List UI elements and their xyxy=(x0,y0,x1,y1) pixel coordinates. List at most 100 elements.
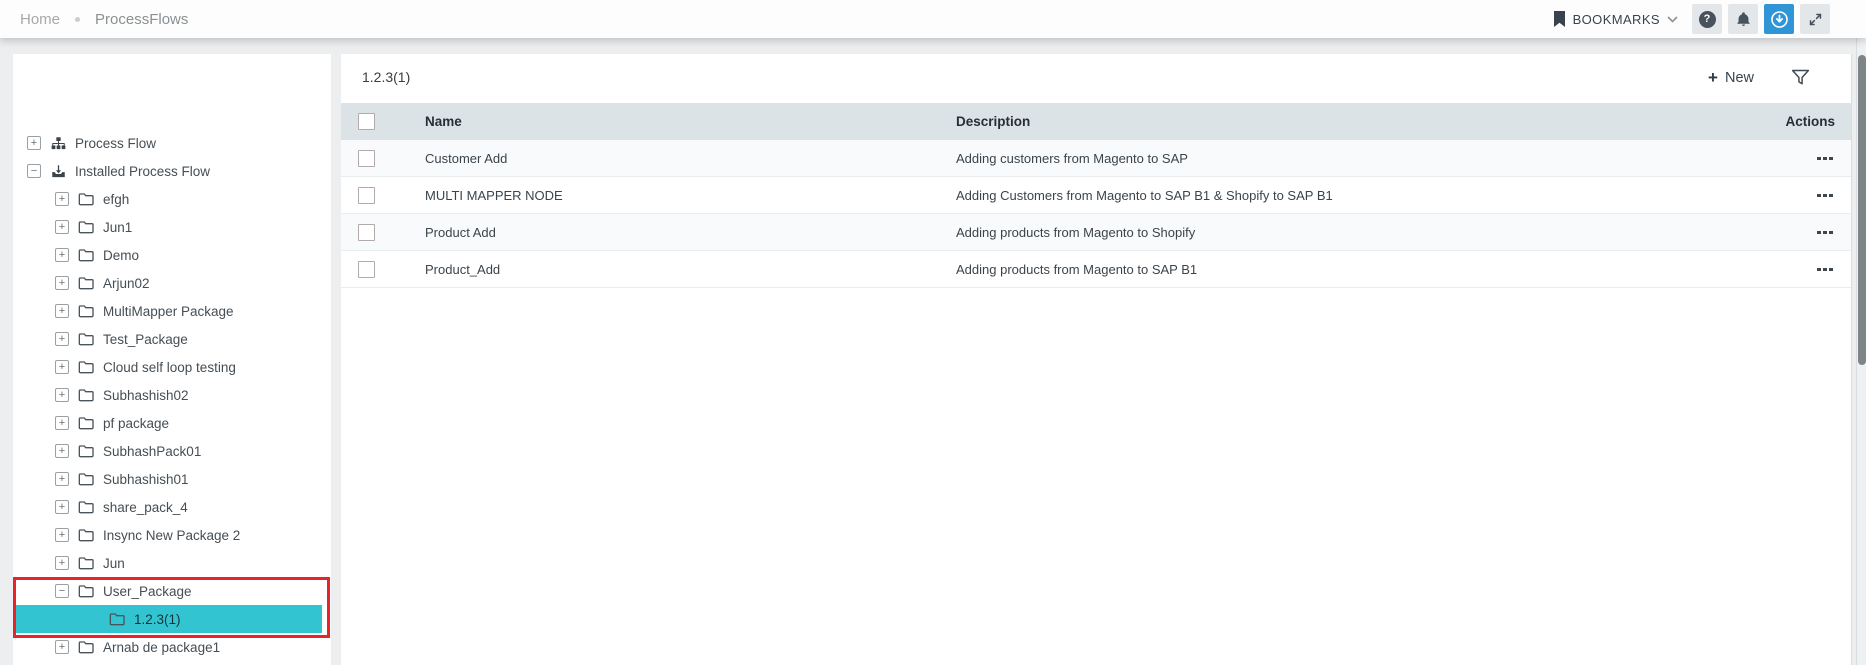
tree-item[interactable]: + Arnab de package1 xyxy=(13,633,331,661)
tree-item[interactable]: + share_pack_4 xyxy=(13,493,331,521)
tree-expander-toggle[interactable]: − xyxy=(55,584,69,598)
tree-item[interactable]: + Cloud self loop testing xyxy=(13,353,331,381)
row-actions-button[interactable] xyxy=(1815,264,1835,275)
tree-expander-toggle[interactable]: + xyxy=(55,248,69,262)
breadcrumb: Home ProcessFlows xyxy=(20,11,188,28)
tree-item[interactable]: + Subhashish02 xyxy=(13,381,331,409)
table-header-row: Name Description Actions xyxy=(341,103,1851,140)
plus-icon: + xyxy=(1708,71,1718,85)
download-activity-button[interactable] xyxy=(1764,4,1794,34)
column-header-name[interactable]: Name xyxy=(425,114,956,129)
ellipsis-icon xyxy=(1817,157,1821,160)
tree-item-label: MultiMapper Package xyxy=(103,304,234,319)
tree-expander-toggle[interactable]: + xyxy=(55,444,69,458)
tree-item-label: Subhashish01 xyxy=(103,472,189,487)
tree-item[interactable]: + Demo xyxy=(13,241,331,269)
vertical-scrollbar[interactable] xyxy=(1856,38,1866,665)
row-checkbox[interactable] xyxy=(358,261,375,278)
tree-item-label: Test_Package xyxy=(103,332,188,347)
tree-item-label: Arjun02 xyxy=(103,276,150,291)
row-description: Adding Customers from Magento to SAP B1 … xyxy=(956,188,1731,203)
new-button[interactable]: + New xyxy=(1708,70,1754,86)
tree-item[interactable]: + SubhashPack01 xyxy=(13,437,331,465)
breadcrumb-home[interactable]: Home xyxy=(20,11,60,28)
row-description: Adding products from Magento to SAP B1 xyxy=(956,262,1731,277)
bookmark-icon xyxy=(1553,11,1566,27)
process-flow-icon xyxy=(50,135,66,151)
row-checkbox[interactable] xyxy=(358,187,375,204)
tree-item[interactable]: + MultiMapper Package xyxy=(13,297,331,325)
tree: + Process Flow − xyxy=(13,54,331,661)
tree-expander-toggle[interactable]: + xyxy=(55,416,69,430)
table-row[interactable]: Customer Add Adding customers from Magen… xyxy=(341,140,1851,177)
chevron-down-icon xyxy=(1667,16,1678,23)
ellipsis-icon xyxy=(1817,268,1821,271)
ellipsis-icon xyxy=(1817,231,1821,234)
tree-item[interactable]: + Jun1 xyxy=(13,213,331,241)
row-actions-button[interactable] xyxy=(1815,153,1835,164)
topbar: Home ProcessFlows BOOKMARKS ? xyxy=(0,0,1866,38)
tree-expander-toggle[interactable]: + xyxy=(55,640,69,654)
download-circle-icon xyxy=(1770,10,1789,29)
tree-expander-toggle[interactable]: + xyxy=(55,220,69,234)
folder-icon xyxy=(78,247,94,263)
help-icon: ? xyxy=(1699,11,1716,28)
table-body: Customer Add Adding customers from Magen… xyxy=(341,140,1851,288)
row-actions-button[interactable] xyxy=(1815,190,1835,201)
table-row[interactable]: Product Add Adding products from Magento… xyxy=(341,214,1851,251)
tree-expander-toggle[interactable]: + xyxy=(27,136,41,150)
tree-item-label: Subhashish02 xyxy=(103,388,189,403)
table-row[interactable]: MULTI MAPPER NODE Adding Customers from … xyxy=(341,177,1851,214)
help-button[interactable]: ? xyxy=(1692,4,1722,34)
tree-item[interactable]: + Arjun02 xyxy=(13,269,331,297)
row-actions-button[interactable] xyxy=(1815,227,1835,238)
fullscreen-button[interactable] xyxy=(1800,4,1830,34)
tree-item-label: Insync New Package 2 xyxy=(103,528,240,543)
folder-icon xyxy=(78,359,94,375)
folder-icon xyxy=(78,443,94,459)
tree-item[interactable]: + Process Flow xyxy=(13,129,331,157)
tree-item[interactable]: + efgh xyxy=(13,185,331,213)
tree-item[interactable]: + Jun xyxy=(13,549,331,577)
processflow-table: Name Description Actions Customer Add Ad… xyxy=(341,103,1851,288)
tree-item[interactable]: + Subhashish01 xyxy=(13,465,331,493)
tree-item-label: SubhashPack01 xyxy=(103,444,201,459)
tree-item-label: Demo xyxy=(103,248,139,263)
tree-item[interactable]: − Installed Process Flow xyxy=(13,157,331,185)
tree-expander-toggle[interactable]: + xyxy=(55,192,69,206)
tree-expander-toggle[interactable]: + xyxy=(55,528,69,542)
tree-item-label: share_pack_4 xyxy=(103,500,188,515)
row-name: MULTI MAPPER NODE xyxy=(425,188,956,203)
filter-button[interactable] xyxy=(1790,67,1811,88)
folder-icon xyxy=(78,303,94,319)
folder-icon xyxy=(78,499,94,515)
select-all-checkbox[interactable] xyxy=(358,113,375,130)
notifications-button[interactable] xyxy=(1728,4,1758,34)
tree-item-label: Jun1 xyxy=(103,220,132,235)
tree-expander-toggle[interactable]: + xyxy=(55,500,69,514)
tree-expander-toggle[interactable]: + xyxy=(55,332,69,346)
funnel-icon xyxy=(1790,67,1811,88)
column-header-description[interactable]: Description xyxy=(956,114,1731,129)
tree-item-label: Installed Process Flow xyxy=(75,164,210,179)
tree-expander-toggle[interactable]: + xyxy=(55,388,69,402)
tree-item[interactable]: + Insync New Package 2 xyxy=(13,521,331,549)
row-checkbox[interactable] xyxy=(358,224,375,241)
tree-expander-toggle[interactable]: + xyxy=(55,304,69,318)
table-row[interactable]: Product_Add Adding products from Magento… xyxy=(341,251,1851,288)
tree-item[interactable]: + pf package xyxy=(13,409,331,437)
tree-item-label: Jun xyxy=(103,556,125,571)
tree-expander-toggle[interactable]: + xyxy=(55,360,69,374)
tree-expander-toggle[interactable]: + xyxy=(55,276,69,290)
ellipsis-icon xyxy=(1817,194,1821,197)
tree-item[interactable]: + Test_Package xyxy=(13,325,331,353)
row-checkbox[interactable] xyxy=(358,150,375,167)
tree-item[interactable]: 1.2.3(1) xyxy=(16,605,322,633)
tree-expander-toggle[interactable]: + xyxy=(55,556,69,570)
bookmarks-dropdown[interactable]: BOOKMARKS xyxy=(1553,11,1678,27)
scrollbar-thumb[interactable] xyxy=(1858,55,1866,365)
folder-icon xyxy=(78,191,94,207)
tree-expander-toggle[interactable]: − xyxy=(27,164,41,178)
tree-expander-toggle[interactable]: + xyxy=(55,472,69,486)
tree-item[interactable]: − User_Package xyxy=(13,577,331,605)
